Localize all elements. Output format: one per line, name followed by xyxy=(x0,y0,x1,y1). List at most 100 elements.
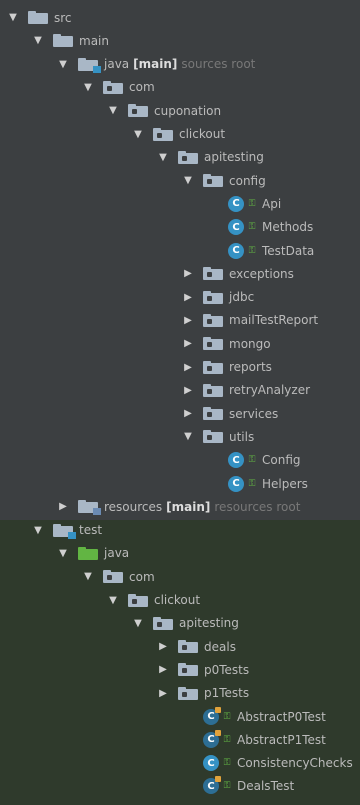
collapse-arrow-icon[interactable]: ▶ xyxy=(156,686,170,700)
tree-node-resources[interactable]: ▶ resources [main] resources root xyxy=(0,495,360,518)
unlock-icon: ⚿ xyxy=(223,758,231,769)
collapse-arrow-icon[interactable]: ▶ xyxy=(181,337,195,351)
expand-arrow-icon[interactable]: ▼ xyxy=(56,546,70,560)
tree-node-config[interactable]: ▼ config xyxy=(0,169,360,192)
tree-node-com[interactable]: ▼ com xyxy=(0,565,360,588)
tree-node-src[interactable]: ▼ src xyxy=(0,6,360,29)
node-label: deals xyxy=(204,639,236,654)
tree-node-java[interactable]: ▼ java xyxy=(0,542,360,565)
source-root-folder-icon xyxy=(53,523,76,539)
expand-arrow-icon[interactable]: ▼ xyxy=(56,57,70,71)
tree-node-config[interactable]: C ⚿ Config xyxy=(0,449,360,472)
tree-node-apitesting[interactable]: ▼ apitesting xyxy=(0,146,360,169)
collapse-arrow-icon[interactable]: ▶ xyxy=(56,500,70,514)
class-letter: C xyxy=(232,478,240,489)
unlock-icon: ⚿ xyxy=(248,478,256,489)
class-icon: C xyxy=(228,195,244,212)
package-icon xyxy=(203,430,223,444)
tree-node-methods[interactable]: C ⚿ Methods xyxy=(0,216,360,239)
collapse-arrow-icon[interactable]: ▶ xyxy=(181,407,195,421)
node-label: utils xyxy=(229,429,255,444)
node-label: DealsTest xyxy=(237,779,295,794)
node-label: java xyxy=(104,57,130,72)
tree-node-clickout[interactable]: ▼ clickout xyxy=(0,589,360,612)
tree-node-exceptions[interactable]: ▶ exceptions xyxy=(0,262,360,285)
tree-node-mailtestreport[interactable]: ▶ mailTestReport xyxy=(0,309,360,332)
class-letter: C xyxy=(207,711,215,722)
node-label: Helpers xyxy=(262,476,308,491)
tree-node-clickout[interactable]: ▼ clickout xyxy=(0,123,360,146)
expand-arrow-icon[interactable]: ▼ xyxy=(156,150,170,164)
tree-node-testdata[interactable]: C ⚿ TestData xyxy=(0,239,360,262)
tree-node-cuponation[interactable]: ▼ cuponation xyxy=(0,99,360,122)
tree-node-services[interactable]: ▶ services xyxy=(0,402,360,425)
expand-arrow-icon[interactable]: ▼ xyxy=(81,570,95,584)
class-letter: C xyxy=(232,245,240,256)
node-label: reports xyxy=(229,360,272,374)
tree-node-p1tests[interactable]: ▶ p1Tests xyxy=(0,682,360,705)
collapse-arrow-icon[interactable]: ▶ xyxy=(181,290,195,304)
tree-node-com[interactable]: ▼ com xyxy=(0,76,360,99)
expand-arrow-icon[interactable]: ▼ xyxy=(181,430,195,444)
node-label: clickout xyxy=(179,127,226,141)
tree-node-abstractp0test[interactable]: C ⚿ AbstractP0Test xyxy=(0,705,360,728)
expand-arrow-icon[interactable]: ▼ xyxy=(81,80,95,94)
unlock-icon: ⚿ xyxy=(248,245,256,256)
tree-node-dealstest[interactable]: C ⚿ DealsTest xyxy=(0,775,360,798)
expand-arrow-icon[interactable]: ▼ xyxy=(106,104,120,118)
collapse-arrow-icon[interactable]: ▶ xyxy=(156,640,170,654)
expand-arrow-icon[interactable]: ▼ xyxy=(131,616,145,630)
node-label: ConsistencyChecks xyxy=(237,756,353,771)
package-icon xyxy=(103,80,123,94)
package-icon xyxy=(153,616,173,630)
tree-node-test[interactable]: ▼ test xyxy=(0,519,360,542)
collapse-arrow-icon[interactable]: ▶ xyxy=(181,313,195,327)
tree-node-api[interactable]: C ⚿ Api xyxy=(0,192,360,215)
tree-node-java[interactable]: ▼ java [main] sources root xyxy=(0,53,360,76)
package-icon xyxy=(203,407,223,421)
node-label: TestData xyxy=(262,243,315,258)
node-label: AbstractP1Test xyxy=(237,732,326,747)
collapse-arrow-icon[interactable]: ▶ xyxy=(181,360,195,374)
expand-arrow-icon[interactable]: ▼ xyxy=(106,593,120,607)
tree-node-mongo[interactable]: ▶ mongo xyxy=(0,332,360,355)
expand-arrow-icon[interactable]: ▼ xyxy=(181,174,195,188)
tree-node-main[interactable]: ▼ main xyxy=(0,29,360,52)
expand-arrow-icon[interactable]: ▼ xyxy=(131,127,145,141)
tree-node-p0tests[interactable]: ▶ p0Tests xyxy=(0,658,360,681)
node-label: services xyxy=(229,406,279,421)
node-label: mailTestReport xyxy=(229,313,319,328)
node-label: retryAnalyzer xyxy=(229,383,311,398)
package-icon xyxy=(128,104,148,118)
module-tag: [main] xyxy=(133,57,178,72)
tree-node-utils[interactable]: ▼ utils xyxy=(0,425,360,448)
expand-arrow-icon[interactable]: ▼ xyxy=(31,523,45,537)
unlock-icon: ⚿ xyxy=(248,198,256,209)
tree-node-reports[interactable]: ▶ reports xyxy=(0,356,360,379)
tree-node-abstractp1test[interactable]: C ⚿ AbstractP1Test xyxy=(0,728,360,751)
tree-node-apitesting[interactable]: ▼ apitesting xyxy=(0,612,360,635)
class-letter: C xyxy=(232,221,240,233)
class-letter: C xyxy=(207,757,215,769)
collapse-arrow-icon[interactable]: ▶ xyxy=(181,383,195,397)
tree-node-consistencychecks[interactable]: C ⚿ ConsistencyChecks xyxy=(0,752,360,775)
node-label: com xyxy=(129,80,155,95)
tree-node-deals[interactable]: ▶ deals xyxy=(0,635,360,658)
tree-node-helpers[interactable]: C ⚿ Helpers xyxy=(0,472,360,495)
package-icon xyxy=(103,570,123,584)
node-label: com xyxy=(129,569,155,584)
class-letter: C xyxy=(207,734,215,746)
package-icon xyxy=(203,267,223,281)
tree-node-jdbc[interactable]: ▶ jdbc xyxy=(0,286,360,309)
node-label: main xyxy=(79,33,109,48)
node-label: p0Tests xyxy=(204,662,250,677)
expand-arrow-icon[interactable]: ▼ xyxy=(31,34,45,48)
unlock-icon: ⚿ xyxy=(223,781,231,792)
tree-node-retryanalyzer[interactable]: ▶ retryAnalyzer xyxy=(0,379,360,402)
collapse-arrow-icon[interactable]: ▶ xyxy=(156,663,170,677)
unlock-icon: ⚿ xyxy=(223,711,231,722)
unlock-icon: ⚿ xyxy=(223,734,231,745)
class-icon: C xyxy=(228,475,244,492)
collapse-arrow-icon[interactable]: ▶ xyxy=(181,267,195,281)
expand-arrow-icon[interactable]: ▼ xyxy=(6,11,20,25)
